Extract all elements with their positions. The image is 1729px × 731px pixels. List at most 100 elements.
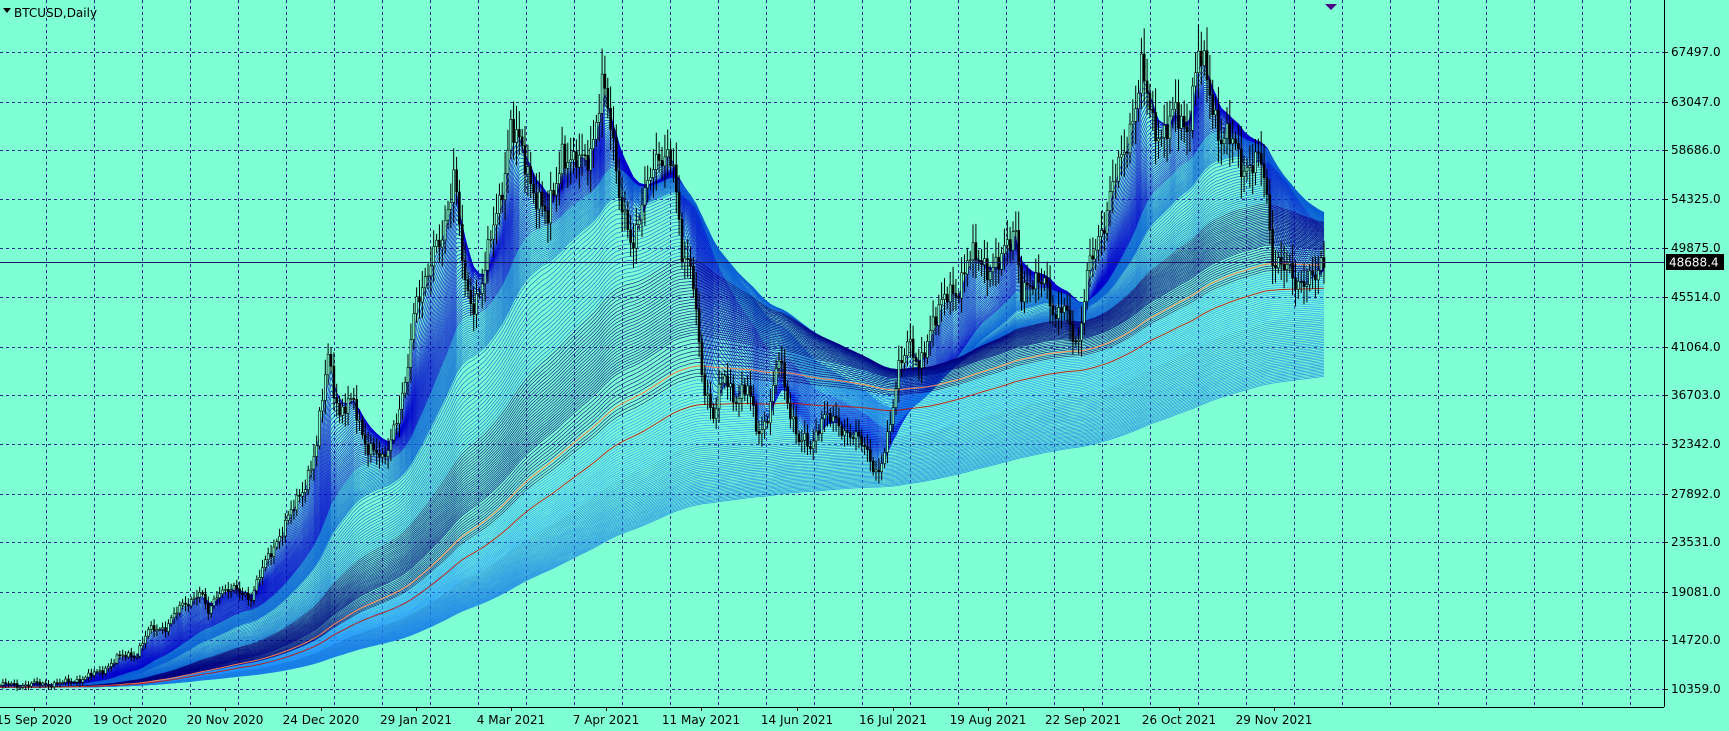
candle-body — [429, 265, 433, 277]
candle-body — [1225, 123, 1229, 139]
candle-body — [1074, 340, 1078, 343]
candle-body — [435, 239, 438, 247]
y-tick-label: 45514.0 — [1671, 290, 1721, 304]
candle-body — [315, 445, 319, 457]
candle-body — [1031, 286, 1035, 290]
candle-body — [908, 338, 912, 343]
candle-body — [1165, 124, 1169, 139]
candle-body — [1025, 282, 1029, 286]
candle-body — [81, 679, 85, 683]
price-axis[interactable]: 67497.0 63047.0 58686.0 54325.0 49875.0 45514… — [1664, 45, 1721, 696]
candle-body — [395, 423, 398, 426]
candle-body — [632, 242, 635, 249]
candle-body — [455, 169, 458, 193]
candle-body — [152, 625, 156, 632]
candle-body — [118, 654, 122, 657]
y-tick-label: 10359.0 — [1671, 682, 1721, 696]
candle-body — [289, 509, 293, 516]
candle-body — [663, 156, 667, 167]
candle-body — [971, 242, 975, 261]
candle-body — [1094, 249, 1097, 260]
candle-body — [155, 629, 159, 632]
candle-body — [829, 413, 832, 423]
candle-body — [1285, 263, 1289, 270]
candle-body — [643, 187, 647, 206]
candle-body — [937, 304, 941, 326]
candle-body — [400, 392, 404, 410]
candle-body — [783, 362, 787, 387]
candle-body — [1294, 277, 1297, 290]
candle-body — [520, 136, 524, 146]
candle-body — [706, 393, 710, 396]
candle-body — [403, 381, 407, 394]
x-tick-label: 19 Aug 2021 — [950, 713, 1027, 727]
candle-body — [1063, 305, 1066, 313]
y-tick-label: 67497.0 — [1671, 45, 1721, 59]
candle-body — [323, 374, 327, 401]
candle-body — [737, 397, 741, 404]
candle-body — [1008, 239, 1012, 251]
current-price-value: 48688.4 — [1669, 256, 1719, 270]
candle-body — [283, 519, 287, 537]
candle-body — [951, 284, 955, 294]
candle-body — [1145, 80, 1149, 94]
candle-body — [863, 444, 866, 448]
candle-body — [1014, 230, 1018, 232]
candle-body — [1, 682, 5, 686]
candle-body — [840, 425, 844, 436]
x-tick-label: 29 Jan 2021 — [380, 713, 452, 727]
time-axis[interactable]: 15 Sep 2020 19 Oct 2020 20 Nov 2020 24 Dec … — [0, 707, 1312, 727]
candle-body — [680, 219, 684, 263]
candle-body — [809, 446, 812, 449]
candle-body — [1194, 72, 1197, 87]
candle-body — [264, 559, 267, 568]
candle-body — [606, 88, 610, 109]
candle-body — [389, 439, 393, 451]
candle-body — [506, 149, 510, 174]
candle-body — [84, 676, 87, 680]
candle-body — [569, 159, 573, 163]
candle-body — [158, 628, 162, 631]
candle-body — [478, 293, 481, 295]
candle-body — [247, 592, 250, 600]
candle-body — [1140, 53, 1143, 94]
candle-body — [227, 589, 230, 592]
candle-body — [712, 407, 715, 419]
candle-body — [78, 678, 82, 683]
candle-body — [1085, 270, 1089, 302]
candle-body — [500, 194, 504, 201]
candle-body — [18, 686, 22, 689]
candle-body — [1080, 322, 1083, 341]
symbol-label[interactable]: BTCUSD,Daily — [14, 6, 97, 20]
candle-body — [814, 430, 818, 442]
candle-body — [657, 154, 661, 161]
candle-body — [204, 593, 207, 604]
candle-body — [617, 170, 621, 198]
candle-body — [549, 190, 553, 224]
chart-window[interactable]: BTCUSD,Daily 67497.0 63047.0 58686.0 54325.… — [0, 0, 1729, 731]
candle-body — [600, 73, 604, 114]
candle-body — [820, 418, 824, 435]
candle-body — [769, 401, 772, 424]
y-tick-label: 49875.0 — [1671, 241, 1721, 255]
candle-body — [409, 339, 413, 368]
candle-body — [700, 341, 704, 375]
candle-body — [375, 449, 379, 454]
candle-body — [917, 360, 921, 369]
candle-body — [1220, 139, 1223, 144]
x-tick-label: 29 Nov 2021 — [1236, 713, 1313, 727]
candle-body — [198, 592, 201, 598]
candle-body — [757, 430, 761, 435]
candle-body — [1011, 231, 1015, 251]
candle-body — [261, 567, 264, 578]
candle-body — [1305, 284, 1309, 287]
symbol-dropdown-icon[interactable] — [3, 8, 11, 13]
candle-body — [692, 266, 695, 290]
candle-body — [523, 145, 527, 175]
candle-body — [221, 589, 224, 595]
candle-body — [301, 492, 304, 497]
candle-body — [860, 435, 864, 446]
candle-body — [640, 204, 644, 221]
price-chart[interactable]: BTCUSD,Daily 67497.0 63047.0 58686.0 54325.… — [0, 0, 1729, 731]
candle-body — [458, 191, 461, 225]
